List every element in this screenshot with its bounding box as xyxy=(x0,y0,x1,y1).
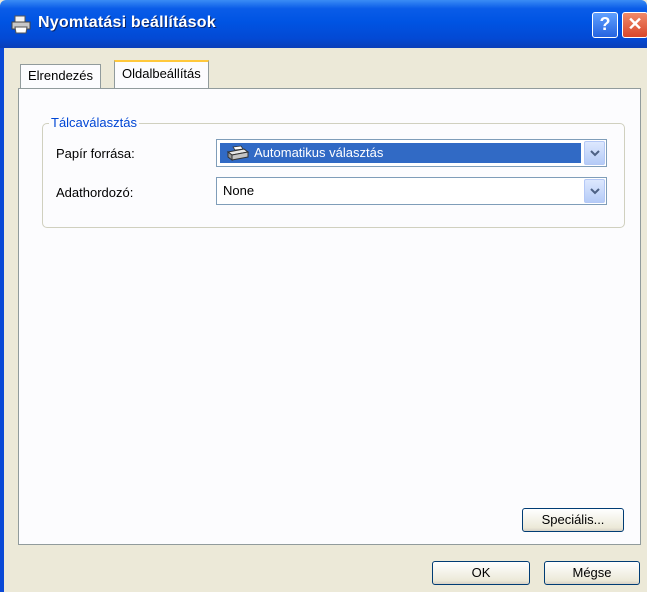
paper-source-select[interactable]: Automatikus választás xyxy=(216,139,607,167)
printer-icon xyxy=(226,145,250,161)
tab-page: Tálcaválasztás Papír forrása: Automatiku… xyxy=(18,88,641,545)
advanced-button[interactable]: Speciális... xyxy=(522,508,624,532)
close-icon: ✕ xyxy=(627,14,643,34)
printer-app-icon xyxy=(11,15,31,34)
tab-page-setup[interactable]: Oldalbeállítás xyxy=(114,60,209,88)
cancel-button[interactable]: Mégse xyxy=(544,561,640,585)
paper-source-value: Automatikus választás xyxy=(254,145,384,160)
media-label: Adathordozó: xyxy=(56,185,134,200)
media-value: None xyxy=(223,183,255,198)
help-button[interactable]: ? xyxy=(592,12,618,38)
media-select[interactable]: None xyxy=(216,177,607,205)
window-frame-left xyxy=(0,48,4,592)
tab-layout[interactable]: Elrendezés xyxy=(20,64,102,88)
chevron-down-icon xyxy=(590,188,600,195)
media-dropdown-button[interactable] xyxy=(584,179,605,203)
group-legend: Tálcaválasztás xyxy=(49,115,139,130)
paper-source-dropdown-button[interactable] xyxy=(584,141,605,165)
paper-source-label: Papír forrása: xyxy=(56,146,135,161)
window-title: Nyomtatási beállítások xyxy=(38,14,216,31)
paper-source-selection: Automatikus választás xyxy=(220,143,581,163)
ok-button[interactable]: OK xyxy=(432,561,530,585)
close-button[interactable]: ✕ xyxy=(622,12,647,38)
chevron-down-icon xyxy=(590,150,600,157)
title-bar[interactable]: Nyomtatási beállítások ? ✕ xyxy=(0,0,647,48)
